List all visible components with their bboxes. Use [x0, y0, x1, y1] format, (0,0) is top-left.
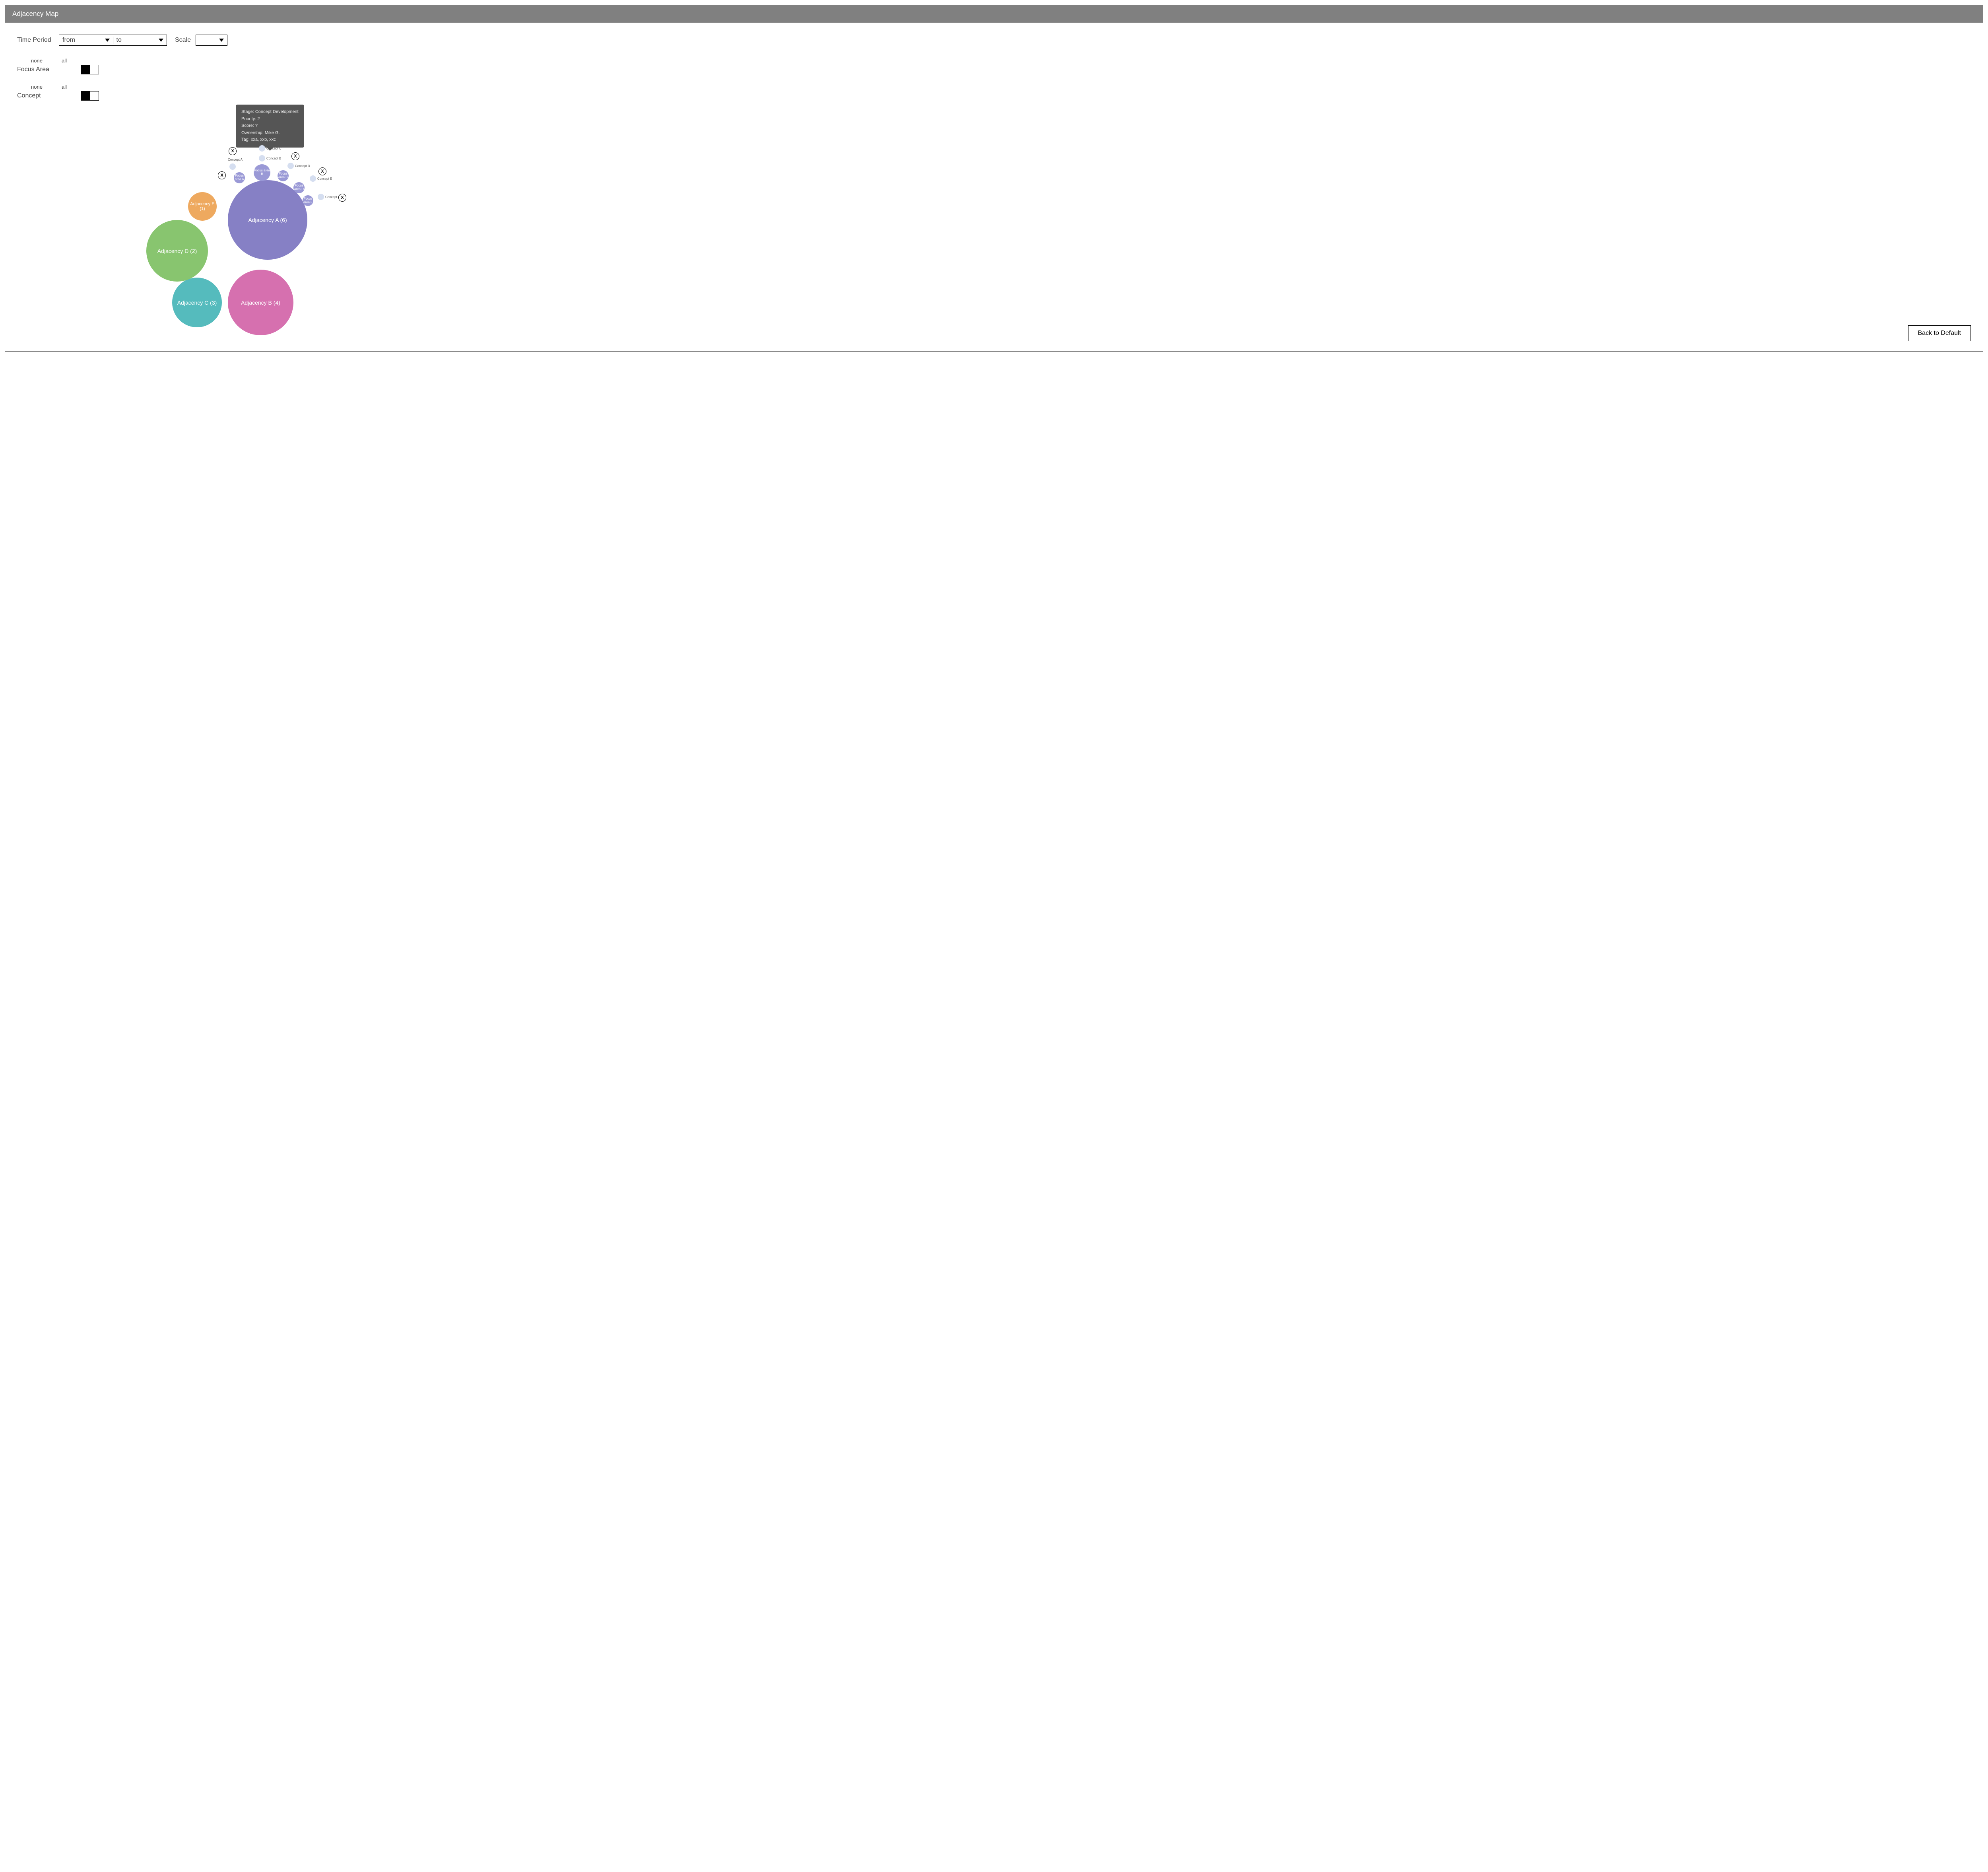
- tooltip-stage: Stage: Concept Development: [241, 109, 299, 116]
- adjacency-b-bubble[interactable]: Adjacency B (4): [228, 270, 293, 335]
- close-icon[interactable]: X: [218, 171, 226, 179]
- concept-tooltip: Stage: Concept Development Priority: 2 S…: [236, 105, 304, 148]
- concept-d-bubble[interactable]: [287, 163, 294, 169]
- to-label: to: [116, 37, 122, 44]
- scale-select[interactable]: [196, 35, 227, 46]
- close-icon[interactable]: X: [338, 194, 346, 202]
- toggle-all-label: all: [62, 58, 67, 64]
- controls-panel: Time Period from to Scale none all: [5, 23, 1983, 105]
- concept-b-bubble[interactable]: [259, 155, 265, 161]
- focus-b-label: Focus area B: [254, 169, 270, 176]
- focus-area-a-bubble[interactable]: Focus area A: [234, 172, 245, 183]
- focus-area-toggle[interactable]: [81, 65, 99, 74]
- chevron-down-icon: [105, 39, 110, 42]
- from-select[interactable]: from: [59, 37, 113, 44]
- adjacency-b-label: Adjacency B (4): [241, 299, 280, 306]
- concept-toggle-group: none all Concept: [17, 84, 1971, 101]
- concept-c-bubble[interactable]: [259, 145, 265, 152]
- from-label: from: [62, 37, 75, 44]
- adjacency-c-bubble[interactable]: Adjacency C (3): [172, 278, 222, 327]
- focus-d-label: Focus area D: [293, 184, 305, 191]
- back-to-default-button[interactable]: Back to Default: [1908, 325, 1971, 341]
- close-icon[interactable]: X: [229, 147, 237, 155]
- adjacency-e-bubble[interactable]: Adjacency E (1): [188, 192, 217, 221]
- concept-e-bubble[interactable]: [310, 175, 316, 182]
- concept-toggle[interactable]: [81, 91, 99, 101]
- adjacency-e-label: Adjacency E (1): [188, 202, 217, 211]
- toggle-none-label: none: [31, 84, 43, 90]
- close-icon[interactable]: X: [318, 167, 326, 175]
- tooltip-score: Score: ?: [241, 122, 299, 130]
- toggle-track: [90, 65, 99, 74]
- to-select[interactable]: to: [113, 37, 167, 44]
- concept-e-label: Concept E: [317, 177, 332, 181]
- toggle-track: [90, 91, 99, 100]
- concept-label: Concept: [17, 92, 59, 99]
- focus-area-label: Focus Area: [17, 66, 59, 73]
- concept-d-label: Concept D: [295, 164, 310, 168]
- tooltip-ownership: Ownership: Mike G.: [241, 130, 299, 137]
- concept-c-label: Concept C: [266, 147, 282, 150]
- chevron-down-icon: [219, 39, 224, 42]
- focus-area-d-bubble[interactable]: Focus area D: [293, 182, 305, 193]
- time-period-row: Time Period from to Scale: [17, 35, 1971, 46]
- chevron-down-icon: [159, 39, 163, 42]
- focus-area-b-bubble[interactable]: Focus area B: [254, 164, 270, 181]
- time-period-select[interactable]: from to: [59, 35, 167, 46]
- tooltip-priority: Priority: 2: [241, 116, 299, 123]
- concept-a-bubble[interactable]: [229, 163, 236, 170]
- focus-c-label: Focus area C: [278, 172, 289, 179]
- tooltip-tag: Tag: xxa, xxb, xxc: [241, 136, 299, 144]
- time-period-label: Time Period: [17, 37, 59, 44]
- focus-area-c-bubble[interactable]: Focus area C: [278, 170, 289, 181]
- toggle-all-label: all: [62, 84, 67, 90]
- concept-f-label: Concept F: [325, 195, 340, 199]
- page-title: Adjacency Map: [5, 5, 1983, 23]
- close-icon[interactable]: X: [291, 152, 299, 160]
- adjacency-c-label: Adjacency C (3): [177, 299, 217, 306]
- adjacency-d-label: Adjacency D (2): [157, 248, 197, 254]
- adjacency-d-bubble[interactable]: Adjacency D (2): [146, 220, 208, 282]
- app-frame: Adjacency Map Time Period from to Scale: [5, 5, 1983, 352]
- scale-label: Scale: [175, 37, 191, 44]
- focus-f-label: Focus area F: [303, 197, 313, 204]
- focus-area-toggle-group: none all Focus Area: [17, 58, 1971, 74]
- concept-a-label: Concept A: [228, 158, 243, 161]
- toggle-knob: [81, 65, 90, 74]
- toggle-none-label: none: [31, 58, 43, 64]
- adjacency-a-label: Adjacency A (6): [248, 217, 287, 223]
- bubble-canvas: Stage: Concept Development Priority: 2 S…: [5, 105, 1983, 351]
- concept-f-bubble[interactable]: [318, 194, 324, 200]
- concept-b-label: Concept B: [266, 157, 281, 160]
- focus-area-f-bubble[interactable]: Focus area F: [303, 195, 313, 206]
- focus-a-label: Focus area A: [234, 174, 245, 181]
- toggle-knob: [81, 91, 90, 100]
